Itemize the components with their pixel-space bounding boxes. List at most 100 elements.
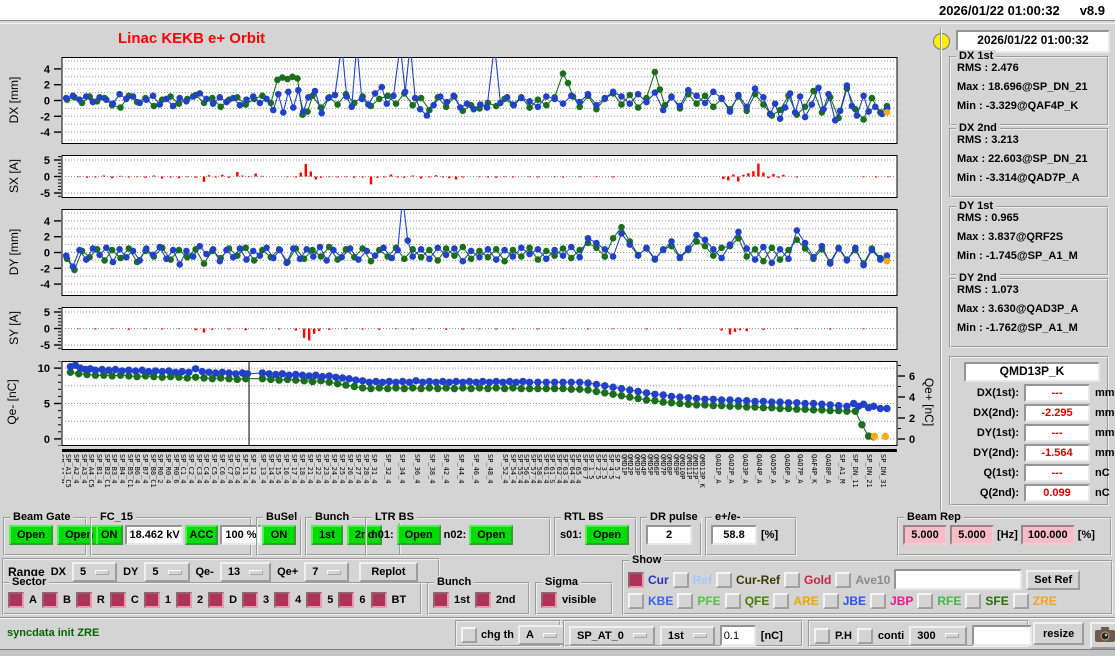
bpm-name-label: SP_36_4: [413, 454, 422, 484]
bpm-detail-panel: QMD13P_K DX(1st): --- mm DX(2nd): -2.295…: [949, 356, 1115, 506]
fc15-kv-readout: 18.462 kV: [124, 525, 183, 545]
range-qem-select[interactable]: 13: [219, 562, 272, 582]
sector-bt-checkbox[interactable]: [370, 592, 387, 608]
show-sfe-checkbox[interactable]: [965, 593, 982, 609]
bpm-name-label: SP_26_4: [345, 454, 354, 484]
ph-checkbox[interactable]: [814, 627, 830, 644]
eratio-readout: 58.8: [711, 525, 757, 545]
show-jbp-checkbox[interactable]: [870, 593, 887, 609]
show-kbe-checkbox[interactable]: [628, 593, 644, 609]
bpm-name-label: SP_R0_4: [164, 454, 173, 484]
sector-d-checkbox[interactable]: [208, 592, 225, 608]
svg-text:5: 5: [44, 307, 50, 319]
bpm-name-label: QAF4P_K: [810, 454, 819, 484]
dx-axis-title: DX [mm]: [7, 76, 21, 124]
ref-name-input[interactable]: [894, 569, 1023, 590]
sector-c-checkbox[interactable]: [109, 592, 126, 608]
sector-6-checkbox[interactable]: [338, 592, 355, 608]
sy-axis-title: SY [A]: [7, 311, 21, 345]
sector-r-checkbox[interactable]: [75, 592, 92, 608]
show-ref-checkbox[interactable]: [672, 571, 689, 588]
bpm-name-label: SP_28_4: [361, 454, 370, 484]
show-are-checkbox[interactable]: [773, 593, 790, 609]
bunch-2nd-checkbox[interactable]: [474, 592, 491, 608]
sector-2-checkbox[interactable]: [175, 592, 192, 608]
show-gold-checkbox[interactable]: [784, 571, 801, 588]
sector-title: Sector: [9, 576, 50, 588]
replot-button[interactable]: Replot: [359, 562, 418, 582]
bpm-name-label: SP_13_4: [258, 454, 267, 484]
show-zre-checkbox[interactable]: [1012, 593, 1029, 609]
bunch-1st-checkbox[interactable]: [433, 592, 449, 608]
sector-5-checkbox[interactable]: [306, 592, 323, 608]
fc15-on-button[interactable]: ON: [96, 525, 123, 545]
resize-button[interactable]: resize: [1033, 622, 1085, 645]
dx1-unit: mm: [1095, 387, 1115, 399]
set-ref-button[interactable]: Set Ref: [1026, 569, 1081, 590]
bpm-name-label: SP_52_4: [500, 454, 509, 484]
show-qfe-checkbox[interactable]: [724, 593, 741, 609]
dy1-unit: mm: [1095, 427, 1115, 439]
beam-rep-2-readout: 5.000: [950, 525, 994, 545]
beam-rep-title: Beam Rep: [904, 511, 964, 523]
show-ave10-checkbox[interactable]: [835, 571, 852, 588]
sector-6-label: 6: [359, 594, 366, 606]
conti-checkbox[interactable]: [856, 627, 873, 644]
show-rfe-checkbox[interactable]: [917, 593, 934, 609]
sector-c-label: C: [130, 594, 139, 606]
svg-text:0: 0: [44, 434, 50, 446]
fc15-acc-button[interactable]: ACC: [184, 525, 219, 545]
monitor-row: DX(1st): --- mm: [955, 384, 1115, 402]
sector-4-checkbox[interactable]: [274, 592, 291, 608]
bpm-name-label: SP_C8_4: [233, 454, 242, 484]
rtl-s01-label: s01:: [560, 529, 583, 541]
screenshot-camera-button[interactable]: [1090, 622, 1115, 649]
sector-3-checkbox[interactable]: [242, 592, 259, 608]
show-qfe-label: QFE: [744, 594, 770, 608]
bpm-name-label: SP_46_4: [471, 454, 480, 484]
chg-th-checkbox[interactable]: [461, 627, 477, 643]
bunch-select[interactable]: 1st: [659, 625, 715, 646]
rtl-s01-button[interactable]: Open: [585, 525, 630, 545]
svg-text:6: 6: [909, 371, 915, 383]
monitor-row: Q(1st): --- nC: [955, 464, 1110, 482]
dy-2nd-max: Max : 3.630@QAD3P_A: [957, 303, 1079, 315]
sector-b-checkbox[interactable]: [41, 592, 58, 608]
sector-a-checkbox[interactable]: [8, 592, 24, 608]
show-cur-ref-checkbox[interactable]: [716, 571, 733, 588]
status-message: syncdata init ZRE: [7, 627, 100, 639]
sx-steering-plot: 5 0 -5: [40, 155, 898, 198]
sector-d-label: D: [229, 594, 238, 606]
bunch-1st-button[interactable]: 1st: [311, 525, 343, 545]
bpm-name-label: SP_DN_11: [851, 454, 860, 488]
application-window: 2026/01/22 01:00:32 v8.9 Linac KEKB e+ O…: [0, 0, 1115, 656]
show-cur-checkbox[interactable]: [628, 571, 644, 588]
dx-1st-min: Min : -3.329@QAF4P_K: [957, 100, 1079, 112]
dr-pulse-title: DR pulse: [647, 511, 701, 523]
dy-1st-min: Min : -1.745@SP_A1_M: [957, 250, 1078, 262]
free-input[interactable]: [971, 625, 1032, 646]
svg-text:4: 4: [909, 392, 916, 404]
show-jbe-checkbox[interactable]: [822, 593, 839, 609]
beam-gate-1-button[interactable]: Open: [9, 525, 54, 545]
sigma-visible-checkbox[interactable]: [541, 592, 557, 608]
trigger-select[interactable]: A: [518, 625, 565, 645]
sector-1-checkbox[interactable]: [143, 592, 160, 608]
ltr-n02-button[interactable]: Open: [469, 525, 514, 545]
threshold-input[interactable]: [719, 625, 756, 646]
bpm-detail-title: QMD13P_K: [964, 362, 1100, 382]
q2-unit: nC: [1095, 487, 1110, 499]
show-kbe-label: KBE: [648, 594, 674, 608]
range-dx-select[interactable]: 5: [71, 562, 118, 582]
points-select[interactable]: 300: [909, 625, 967, 646]
window-resize-edge[interactable]: [0, 649, 1115, 656]
option-menu-icon: [542, 632, 557, 638]
bpm-select[interactable]: SP_AT_0: [569, 625, 655, 646]
dr-pulse-readout: 2: [646, 525, 692, 545]
range-qep-select[interactable]: 7: [304, 562, 350, 582]
range-dy-select[interactable]: 5: [144, 562, 190, 582]
chg-th-label: chg th: [481, 629, 514, 641]
ltr-n01-button[interactable]: Open: [396, 525, 441, 545]
show-pfe-checkbox[interactable]: [677, 593, 694, 609]
busel-on-button[interactable]: ON: [262, 525, 296, 545]
